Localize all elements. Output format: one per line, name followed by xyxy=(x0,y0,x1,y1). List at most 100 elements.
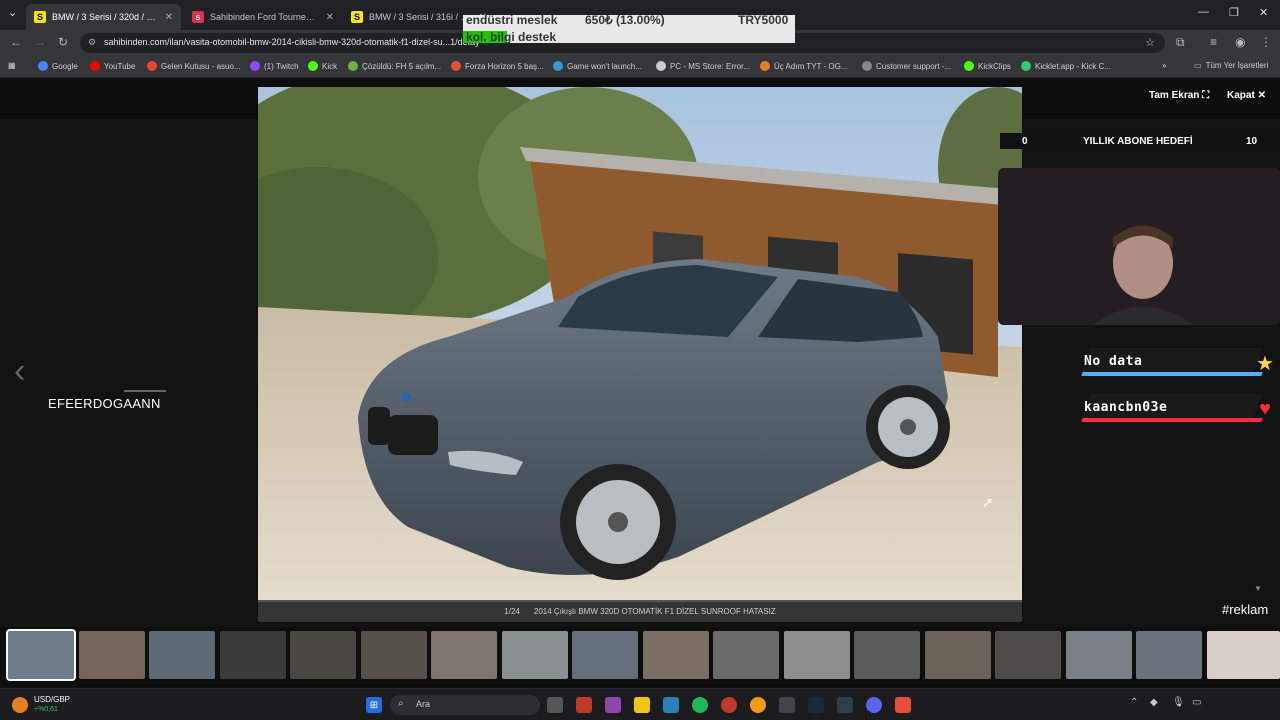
edge-icon[interactable] xyxy=(663,697,679,713)
tab-bmw-320d[interactable]: S BMW / 3 Serisi / 320d / M Spor ✕ xyxy=(26,4,181,30)
thumbnail[interactable] xyxy=(925,631,991,679)
restore-icon[interactable]: ❐ xyxy=(1229,6,1239,19)
thumbnail[interactable] xyxy=(149,631,215,679)
thumbnail[interactable] xyxy=(854,631,920,679)
donation-subtitle: kol. bilgi destek xyxy=(466,30,557,44)
tab-title: BMW / 3 Serisi / 316i / M Spor xyxy=(369,12,473,22)
microphone-icon[interactable]: 🎙 xyxy=(1172,697,1185,708)
bookmark-kickclips[interactable]: KickClips xyxy=(964,61,1011,71)
app-icon[interactable] xyxy=(576,697,592,713)
support-icon xyxy=(862,61,872,71)
thumbnail[interactable] xyxy=(220,631,286,679)
heart-icon: ♥ xyxy=(1259,397,1271,420)
media-icon[interactable]: ≡ xyxy=(1210,35,1217,49)
thumbnail[interactable] xyxy=(784,631,850,679)
bookmark-fh5-solved[interactable]: Çözüldü: FH 5 açılm... xyxy=(348,61,441,71)
network-icon[interactable]: ▭ xyxy=(1192,697,1201,708)
extensions-icon[interactable]: ⧉ xyxy=(1176,35,1185,50)
all-bookmarks[interactable]: ▭ Tüm Yer İşaretleri xyxy=(1194,61,1268,70)
bookmark-kicklet[interactable]: Kicklet.app - Kick C... xyxy=(1021,61,1111,71)
bookmark-twitch[interactable]: (1) Twitch xyxy=(250,61,299,71)
thumbnail[interactable] xyxy=(502,631,568,679)
bookmark-star-icon[interactable]: ☆ xyxy=(1145,36,1155,49)
profile-icon[interactable]: ◉ xyxy=(1235,35,1245,49)
copilot-icon[interactable] xyxy=(605,697,621,713)
discord-icon[interactable] xyxy=(866,697,882,713)
webcam-person-illustration xyxy=(998,168,1280,325)
spotify-icon[interactable] xyxy=(692,697,708,713)
bookmark-ms-store[interactable]: PC - MS Store: Error... xyxy=(656,61,750,71)
tray-overflow-icon[interactable]: ⌃ xyxy=(1130,697,1138,708)
forum-icon xyxy=(348,61,358,71)
bookmark-youtube[interactable]: YouTube xyxy=(90,61,135,71)
tab-list-icon[interactable]: ⌄ xyxy=(8,6,17,19)
bookmark-game-launch[interactable]: Game won't launch... xyxy=(553,61,642,71)
bookmark-customer-support[interactable]: Customer support -... xyxy=(862,61,951,71)
thumbnail[interactable] xyxy=(995,631,1061,679)
forward-icon[interactable]: → xyxy=(34,35,46,49)
donation-target: TRY5000 xyxy=(738,13,789,27)
bookmark-kick[interactable]: Kick xyxy=(308,61,337,71)
bookmark-fh5[interactable]: Forza Horizon 5 baş... xyxy=(451,61,544,71)
app-icon[interactable] xyxy=(779,697,795,713)
minimize-icon[interactable]: — xyxy=(1198,6,1209,18)
menu-icon[interactable]: ⋮ xyxy=(1260,35,1272,49)
fullscreen-button[interactable]: Tam Ekran ⛶ xyxy=(1149,90,1209,101)
thumbnail[interactable] xyxy=(290,631,356,679)
weather-icon[interactable] xyxy=(12,697,28,713)
file-explorer-icon[interactable] xyxy=(634,697,650,713)
opera-icon[interactable] xyxy=(721,697,737,713)
close-icon[interactable]: ✕ xyxy=(165,12,173,23)
taskbar-search[interactable]: ⌕ Ara xyxy=(390,695,540,715)
bookmarks-overflow-icon[interactable]: » xyxy=(1162,61,1166,70)
prev-photo-icon[interactable]: ‹ xyxy=(14,352,25,391)
thumbnail[interactable] xyxy=(643,631,709,679)
thumbnail[interactable] xyxy=(572,631,638,679)
chrome-icon[interactable] xyxy=(750,697,766,713)
tray-icon[interactable]: ◆ xyxy=(1150,697,1158,708)
listing-photo[interactable] xyxy=(258,87,1022,602)
photo-caption: 2014 Çıkışlı BMW 320D OTOMATİK F1 DİZEL … xyxy=(533,606,776,616)
subscriber-goal: 0 YILLIK ABONE HEDEFİ 10 xyxy=(1000,133,1280,149)
kick-icon xyxy=(964,61,974,71)
scroll-down-icon[interactable]: ▼ xyxy=(1254,584,1262,593)
book-icon xyxy=(760,61,770,71)
task-view-icon[interactable] xyxy=(547,697,563,713)
thumbnail[interactable] xyxy=(1066,631,1132,679)
divider xyxy=(124,390,166,392)
search-icon: ⌕ xyxy=(398,698,404,709)
thumbnail[interactable] xyxy=(713,631,779,679)
reload-icon[interactable]: ↻ xyxy=(58,35,68,49)
back-icon[interactable]: ← xyxy=(10,35,22,49)
bookmark-tyt[interactable]: Üç Adım TYT - OG... xyxy=(760,61,848,71)
tab-title: BMW / 3 Serisi / 320d / M Spor xyxy=(52,12,159,22)
donation-goal-overlay: endüstri meslek kol. bilgi destek 650₺ (… xyxy=(463,13,795,44)
windows-start-icon[interactable]: ⊞ xyxy=(366,697,382,713)
app-icon[interactable] xyxy=(895,697,911,713)
store-icon xyxy=(656,61,666,71)
window-close-icon[interactable]: ✕ xyxy=(1259,6,1268,19)
site-info-icon[interactable]: ⚙ xyxy=(88,37,96,48)
streamer-cam-overlay xyxy=(1207,631,1280,679)
thumbnail[interactable] xyxy=(6,629,76,681)
bookmark-gmail[interactable]: Gelen Kutusu - asuo... xyxy=(147,61,241,71)
apps-icon[interactable]: ▦ xyxy=(8,61,16,70)
app-icon[interactable] xyxy=(837,697,853,713)
mouse-cursor-icon: ➚ xyxy=(982,494,994,510)
thumbnail[interactable] xyxy=(361,631,427,679)
alert-underline xyxy=(1081,372,1263,376)
tab-ford-tourneo[interactable]: s Sahibinden Ford Tourneo Conn ✕ xyxy=(184,4,342,30)
taskbar: USD/GBP +%0,61 ⊞ ⌕ Ara ⌃ ◆ 🎙 ▭ xyxy=(0,688,1280,720)
steam-icon[interactable] xyxy=(808,697,824,713)
thumbnail[interactable] xyxy=(79,631,145,679)
thumbnail[interactable] xyxy=(1136,631,1202,679)
photo-counter: 1/24 xyxy=(504,606,520,616)
kick-icon xyxy=(308,61,318,71)
thumbnail[interactable] xyxy=(431,631,497,679)
streamer-name: EFEERDOGAANN xyxy=(48,396,161,411)
kicklet-icon xyxy=(1021,61,1031,71)
close-icon[interactable]: ✕ xyxy=(326,12,334,23)
goal-title: YILLIK ABONE HEDEFİ xyxy=(1083,136,1193,147)
close-gallery-button[interactable]: Kapat ✕ xyxy=(1227,90,1266,101)
bookmark-google[interactable]: Google xyxy=(38,61,78,71)
